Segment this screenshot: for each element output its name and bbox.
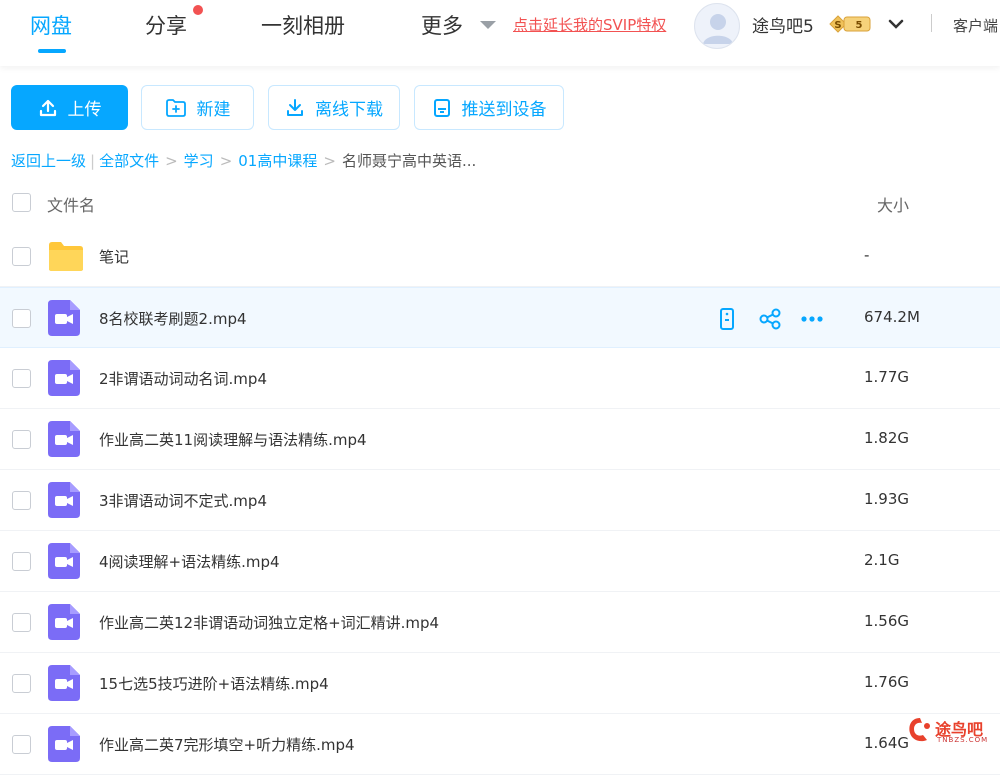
top-nav: 网盘 分享 一刻相册 更多 点击延长我的SVIP特权 途鸟吧5 S 5 客户端 — [0, 0, 1000, 66]
video-file-icon — [48, 300, 80, 336]
file-name[interactable]: 作业高二英7完形填空+听力精练.mp4 — [99, 734, 355, 755]
video-file-icon — [48, 421, 80, 457]
upload-label: 上传 — [67, 100, 102, 120]
row-checkbox[interactable] — [12, 491, 31, 510]
file-size: 2.1G — [864, 551, 900, 569]
client-download-link[interactable]: 客户端 — [953, 15, 998, 36]
table-row[interactable]: 4阅读理解+语法精练.mp4 2.1G — [0, 531, 1000, 592]
notification-dot — [193, 5, 203, 15]
share-icon[interactable] — [757, 306, 783, 332]
svip-badge-icon: S 5 — [829, 15, 871, 33]
more-icon[interactable] — [799, 306, 825, 332]
chevron-down-icon[interactable] — [886, 14, 906, 34]
file-size: - — [864, 246, 870, 264]
video-file-icon — [48, 604, 80, 640]
video-file-icon — [48, 360, 80, 396]
row-checkbox[interactable] — [12, 430, 31, 449]
video-file-icon — [48, 482, 80, 518]
download-icon — [287, 98, 303, 116]
file-size: 1.77G — [864, 368, 910, 386]
row-checkbox[interactable] — [12, 674, 31, 693]
table-row[interactable]: 作业高二英11阅读理解与语法精练.mp4 1.82G — [0, 409, 1000, 470]
back-link[interactable]: 返回上一级 — [11, 152, 86, 170]
column-header-size[interactable]: 大小 — [877, 192, 909, 216]
device-icon — [433, 98, 450, 117]
new-folder-icon — [165, 98, 186, 117]
file-name[interactable]: 作业高二英12非谓语动词独立定格+词汇精讲.mp4 — [99, 612, 439, 633]
push-to-device-icon[interactable] — [714, 306, 740, 332]
column-header-name[interactable]: 文件名 — [47, 192, 95, 216]
table-header: 文件名 大小 — [0, 180, 1000, 225]
breadcrumb: 返回上一级 | 全部文件 > 学习 >01高中课程 > 名师聂宁高中英语... — [11, 150, 476, 171]
video-file-icon — [48, 726, 80, 762]
row-checkbox[interactable] — [12, 369, 31, 388]
tab-share[interactable]: 分享 — [145, 10, 187, 40]
file-size: 1.64G — [864, 734, 910, 752]
upload-icon — [39, 99, 56, 116]
divider — [931, 14, 932, 32]
table-row[interactable]: 笔记 - — [0, 226, 1000, 287]
breadcrumb-current: 名师聂宁高中英语... — [341, 152, 477, 170]
caret-down-icon[interactable] — [480, 21, 496, 29]
push-to-device-button[interactable]: 推送到设备 — [414, 85, 564, 130]
breadcrumb-item[interactable]: 学习 — [184, 152, 214, 170]
table-row[interactable]: 8名校联考刷题2.mp4 674.2M — [0, 287, 1000, 348]
video-file-icon — [48, 665, 80, 701]
breadcrumb-item[interactable]: 01高中课程 — [238, 152, 317, 170]
offline-download-label: 离线下载 — [315, 100, 383, 120]
row-checkbox[interactable] — [12, 552, 31, 571]
watermark-subtext: TNBZS.COM — [937, 736, 989, 744]
extend-svip-link[interactable]: 点击延长我的SVIP特权 — [513, 14, 666, 35]
file-name[interactable]: 4阅读理解+语法精练.mp4 — [99, 551, 280, 572]
file-size: 1.82G — [864, 429, 910, 447]
file-size: 674.2M — [864, 308, 920, 326]
file-size: 1.76G — [864, 673, 910, 691]
row-checkbox[interactable] — [12, 247, 31, 266]
row-checkbox[interactable] — [12, 309, 31, 328]
file-name[interactable]: 2非谓语动词动名词.mp4 — [99, 368, 267, 389]
table-row[interactable]: 作业高二英7完形填空+听力精练.mp4 1.64G — [0, 714, 1000, 775]
table-row[interactable]: 作业高二英12非谓语动词独立定格+词汇精讲.mp4 1.56G — [0, 592, 1000, 653]
file-size: 1.93G — [864, 490, 910, 508]
tab-netdisk[interactable]: 网盘 — [30, 10, 72, 40]
table-row[interactable]: 3非谓语动词不定式.mp4 1.93G — [0, 470, 1000, 531]
tab-moment-album[interactable]: 一刻相册 — [261, 10, 345, 40]
row-checkbox[interactable] — [12, 613, 31, 632]
chevron-right-icon: > — [323, 152, 336, 170]
table-row[interactable]: 15七选5技巧进阶+语法精练.mp4 1.76G — [0, 653, 1000, 714]
new-label: 新建 — [196, 100, 231, 120]
avatar[interactable] — [694, 3, 740, 49]
file-name[interactable]: 作业高二英11阅读理解与语法精练.mp4 — [99, 429, 367, 450]
offline-download-button[interactable]: 离线下载 — [268, 85, 400, 130]
svip-badge-right: 5 — [856, 20, 863, 31]
breadcrumb-separator: | — [90, 152, 96, 170]
watermark-logo-icon — [909, 718, 930, 742]
tab-more[interactable]: 更多 — [421, 10, 463, 40]
file-size: 1.56G — [864, 612, 910, 630]
upload-button[interactable]: 上传 — [11, 85, 128, 130]
watermark: 途鸟吧 TNBZS.COM — [905, 714, 997, 748]
file-name[interactable]: 3非谓语动词不定式.mp4 — [99, 490, 267, 511]
table-row[interactable]: 2非谓语动词动名词.mp4 1.77G — [0, 348, 1000, 409]
svip-badge-left: S — [834, 20, 841, 31]
file-name[interactable]: 15七选5技巧进阶+语法精练.mp4 — [99, 673, 329, 694]
select-all-checkbox[interactable] — [12, 193, 31, 212]
chevron-right-icon: > — [165, 152, 178, 170]
new-button[interactable]: 新建 — [141, 85, 254, 130]
video-file-icon — [48, 543, 80, 579]
file-name[interactable]: 8名校联考刷题2.mp4 — [99, 308, 247, 329]
active-tab-indicator — [38, 49, 66, 53]
push-to-device-label: 推送到设备 — [461, 100, 547, 120]
row-checkbox[interactable] — [12, 735, 31, 754]
breadcrumb-item[interactable]: 全部文件 — [99, 152, 159, 170]
file-name[interactable]: 笔记 — [99, 246, 129, 267]
folder-icon — [49, 242, 83, 271]
username[interactable]: 途鸟吧5 — [752, 12, 814, 37]
chevron-right-icon: > — [219, 152, 233, 170]
